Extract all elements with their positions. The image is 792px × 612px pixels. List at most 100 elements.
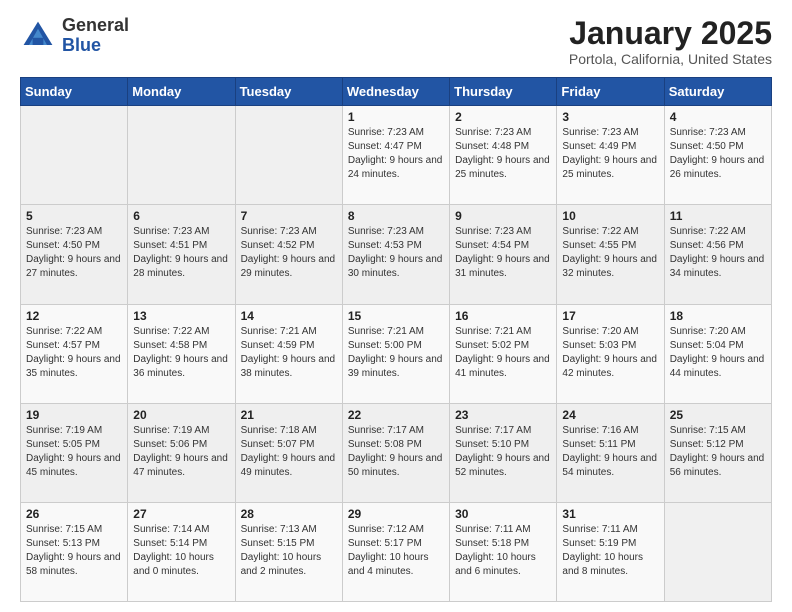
day-info: Sunrise: 7:21 AM Sunset: 4:59 PM Dayligh…: [241, 325, 337, 381]
col-thursday: Thursday: [450, 78, 557, 106]
table-row: 18Sunrise: 7:20 AM Sunset: 5:04 PM Dayli…: [664, 304, 771, 403]
table-row: 22 Sunrise: 7:17 AM Sunset: 5:08 PM Dayli…: [342, 403, 449, 502]
day-info: Sunrise: 7:15 AM Sunset: 5:12 PM Dayligh…: [670, 424, 766, 480]
day-info: Sunrise: 7:23 AM Sunset: 4:50 PM Dayligh…: [670, 126, 766, 182]
calendar-week-row: 26Sunrise: 7:15 AM Sunset: 5:13 PM Dayli…: [21, 502, 772, 601]
day-number: 23: [455, 408, 551, 422]
day-number: 27: [133, 507, 229, 521]
table-row: 31 Sunrise: 7:11 AM Sunset: 5:19 PM Dayli…: [557, 502, 664, 601]
day-number: 5: [26, 209, 122, 223]
day-info: Sunrise: 7:19 AM Sunset: 5:05 PM Dayligh…: [26, 424, 122, 480]
day-number: 17: [562, 309, 658, 323]
day-info: Sunrise: 7:17 AM Sunset: 5:08 PM Dayligh…: [348, 424, 444, 480]
table-row: 20 Sunrise: 7:19 AM Sunset: 5:06 PM Dayli…: [128, 403, 235, 502]
table-row: [664, 502, 771, 601]
day-info: Sunrise: 7:11 AM Sunset: 5:19 PM Dayligh…: [562, 523, 658, 579]
day-info: Sunrise: 7:23 AM Sunset: 4:51 PM Dayligh…: [133, 225, 229, 281]
header: General Blue January 2025 Portola, Calif…: [20, 16, 772, 67]
table-row: 17 Sunrise: 7:20 AM Sunset: 5:03 PM Dayli…: [557, 304, 664, 403]
calendar-table: Sunday Monday Tuesday Wednesday Thursday…: [20, 77, 772, 602]
table-row: 2 Sunrise: 7:23 AM Sunset: 4:48 PM Daylig…: [450, 106, 557, 205]
table-row: 1Sunrise: 7:23 AM Sunset: 4:47 PM Daylig…: [342, 106, 449, 205]
day-number: 12: [26, 309, 122, 323]
day-number: 24: [562, 408, 658, 422]
day-number: 25: [670, 408, 766, 422]
table-row: 5 Sunrise: 7:23 AM Sunset: 4:50 PM Daylig…: [21, 205, 128, 304]
day-info: Sunrise: 7:21 AM Sunset: 5:00 PM Dayligh…: [348, 325, 444, 381]
day-number: 14: [241, 309, 337, 323]
day-info: Sunrise: 7:22 AM Sunset: 4:57 PM Dayligh…: [26, 325, 122, 381]
logo-blue-text: Blue: [62, 36, 129, 56]
table-row: 25 Sunrise: 7:15 AM Sunset: 5:12 PM Dayli…: [664, 403, 771, 502]
calendar-header-row: Sunday Monday Tuesday Wednesday Thursday…: [21, 78, 772, 106]
table-row: 28 Sunrise: 7:13 AM Sunset: 5:15 PM Dayli…: [235, 502, 342, 601]
day-info: Sunrise: 7:23 AM Sunset: 4:52 PM Dayligh…: [241, 225, 337, 281]
day-number: 8: [348, 209, 444, 223]
table-row: 12 Sunrise: 7:22 AM Sunset: 4:57 PM Dayli…: [21, 304, 128, 403]
table-row: 13 Sunrise: 7:22 AM Sunset: 4:58 PM Dayli…: [128, 304, 235, 403]
table-row: 15Sunrise: 7:21 AM Sunset: 5:00 PM Dayli…: [342, 304, 449, 403]
day-number: 13: [133, 309, 229, 323]
day-info: Sunrise: 7:16 AM Sunset: 5:11 PM Dayligh…: [562, 424, 658, 480]
col-sunday: Sunday: [21, 78, 128, 106]
table-row: [128, 106, 235, 205]
calendar-title: January 2025: [569, 16, 772, 51]
col-saturday: Saturday: [664, 78, 771, 106]
table-row: 21Sunrise: 7:18 AM Sunset: 5:07 PM Dayli…: [235, 403, 342, 502]
calendar-week-row: 19Sunrise: 7:19 AM Sunset: 5:05 PM Dayli…: [21, 403, 772, 502]
table-row: [21, 106, 128, 205]
logo-general-text: General: [62, 16, 129, 36]
table-row: 7 Sunrise: 7:23 AM Sunset: 4:52 PM Daylig…: [235, 205, 342, 304]
day-number: 3: [562, 110, 658, 124]
table-row: 26Sunrise: 7:15 AM Sunset: 5:13 PM Dayli…: [21, 502, 128, 601]
day-number: 29: [348, 507, 444, 521]
day-number: 7: [241, 209, 337, 223]
table-row: 8 Sunrise: 7:23 AM Sunset: 4:53 PM Daylig…: [342, 205, 449, 304]
calendar-week-row: 12 Sunrise: 7:22 AM Sunset: 4:57 PM Dayli…: [21, 304, 772, 403]
day-info: Sunrise: 7:23 AM Sunset: 4:53 PM Dayligh…: [348, 225, 444, 281]
table-row: 3 Sunrise: 7:23 AM Sunset: 4:49 PM Daylig…: [557, 106, 664, 205]
table-row: 4 Sunrise: 7:23 AM Sunset: 4:50 PM Daylig…: [664, 106, 771, 205]
logo-icon: [20, 18, 56, 54]
day-info: Sunrise: 7:22 AM Sunset: 4:56 PM Dayligh…: [670, 225, 766, 281]
day-number: 4: [670, 110, 766, 124]
table-row: 11 Sunrise: 7:22 AM Sunset: 4:56 PM Dayli…: [664, 205, 771, 304]
day-number: 28: [241, 507, 337, 521]
day-number: 10: [562, 209, 658, 223]
day-number: 30: [455, 507, 551, 521]
day-number: 20: [133, 408, 229, 422]
day-info: Sunrise: 7:23 AM Sunset: 4:50 PM Dayligh…: [26, 225, 122, 281]
table-row: 6Sunrise: 7:23 AM Sunset: 4:51 PM Daylig…: [128, 205, 235, 304]
day-info: Sunrise: 7:23 AM Sunset: 4:48 PM Dayligh…: [455, 126, 551, 182]
day-number: 2: [455, 110, 551, 124]
day-number: 21: [241, 408, 337, 422]
col-friday: Friday: [557, 78, 664, 106]
day-info: Sunrise: 7:19 AM Sunset: 5:06 PM Dayligh…: [133, 424, 229, 480]
table-row: 29Sunrise: 7:12 AM Sunset: 5:17 PM Dayli…: [342, 502, 449, 601]
day-number: 11: [670, 209, 766, 223]
day-number: 26: [26, 507, 122, 521]
table-row: 24 Sunrise: 7:16 AM Sunset: 5:11 PM Dayli…: [557, 403, 664, 502]
calendar-week-row: 5 Sunrise: 7:23 AM Sunset: 4:50 PM Daylig…: [21, 205, 772, 304]
col-monday: Monday: [128, 78, 235, 106]
day-info: Sunrise: 7:22 AM Sunset: 4:55 PM Dayligh…: [562, 225, 658, 281]
day-info: Sunrise: 7:20 AM Sunset: 5:04 PM Dayligh…: [670, 325, 766, 381]
day-number: 31: [562, 507, 658, 521]
day-number: 1: [348, 110, 444, 124]
table-row: 16Sunrise: 7:21 AM Sunset: 5:02 PM Dayli…: [450, 304, 557, 403]
table-row: 9Sunrise: 7:23 AM Sunset: 4:54 PM Daylig…: [450, 205, 557, 304]
day-info: Sunrise: 7:22 AM Sunset: 4:58 PM Dayligh…: [133, 325, 229, 381]
table-row: 30Sunrise: 7:11 AM Sunset: 5:18 PM Dayli…: [450, 502, 557, 601]
day-number: 22: [348, 408, 444, 422]
table-row: [235, 106, 342, 205]
day-number: 9: [455, 209, 551, 223]
logo-text: General Blue: [62, 16, 129, 56]
day-info: Sunrise: 7:20 AM Sunset: 5:03 PM Dayligh…: [562, 325, 658, 381]
table-row: 19Sunrise: 7:19 AM Sunset: 5:05 PM Dayli…: [21, 403, 128, 502]
day-info: Sunrise: 7:13 AM Sunset: 5:15 PM Dayligh…: [241, 523, 337, 579]
table-row: 10 Sunrise: 7:22 AM Sunset: 4:55 PM Dayli…: [557, 205, 664, 304]
day-info: Sunrise: 7:14 AM Sunset: 5:14 PM Dayligh…: [133, 523, 229, 579]
day-info: Sunrise: 7:23 AM Sunset: 4:49 PM Dayligh…: [562, 126, 658, 182]
table-row: 23 Sunrise: 7:17 AM Sunset: 5:10 PM Dayli…: [450, 403, 557, 502]
day-info: Sunrise: 7:17 AM Sunset: 5:10 PM Dayligh…: [455, 424, 551, 480]
